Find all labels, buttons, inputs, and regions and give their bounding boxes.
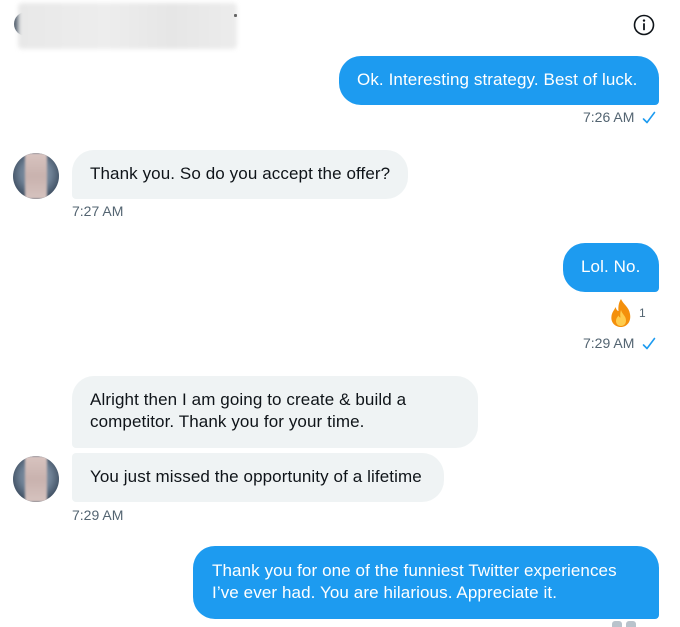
redacted-avatar-face [25,456,47,502]
message-text: You just missed the opportunity of a lif… [90,467,422,486]
contact-avatar[interactable] [13,456,59,502]
message-timestamp: 7:27 AM [72,203,124,219]
clipped-timestamp-fragment [626,621,636,627]
reaction-count: 1 [639,306,646,320]
info-button[interactable] [633,14,655,36]
check-icon [642,111,656,124]
message-bubble-outgoing[interactable]: Ok. Interesting strategy. Best of luck. [339,56,659,105]
redacted-contact-name [18,3,237,49]
message-text: Ok. Interesting strategy. Best of luck. [357,70,638,89]
clipped-timestamp-fragment [612,621,622,627]
message-timestamp: 7:26 AM [583,109,635,125]
contact-avatar[interactable] [13,153,59,199]
message-text: Thank you. So do you accept the offer? [90,164,391,183]
message-bubble-incoming[interactable]: Alright then I am going to create & buil… [72,376,478,448]
message-bubble-incoming[interactable]: Thank you. So do you accept the offer? [72,150,408,199]
message-timestamp: 7:29 AM [72,507,124,523]
message-timestamp: 7:29 AM [583,335,635,351]
message-text: Alright then I am going to create & buil… [90,390,407,431]
redacted-avatar-face [25,153,47,199]
message-bubble-outgoing[interactable]: Lol. No. [563,243,659,292]
check-icon [642,337,656,350]
message-reaction[interactable]: 1 [607,298,651,328]
message-text: Lol. No. [581,257,641,276]
fire-emoji-icon [611,299,631,327]
info-circle-icon [633,14,655,36]
redaction-artifact [234,14,237,17]
message-bubble-incoming[interactable]: You just missed the opportunity of a lif… [72,453,444,502]
message-bubble-outgoing[interactable]: Thank you for one of the funniest Twitte… [193,546,659,619]
message-text: Thank you for one of the funniest Twitte… [212,561,617,602]
dm-conversation: Ok. Interesting strategy. Best of luck. … [0,0,680,627]
